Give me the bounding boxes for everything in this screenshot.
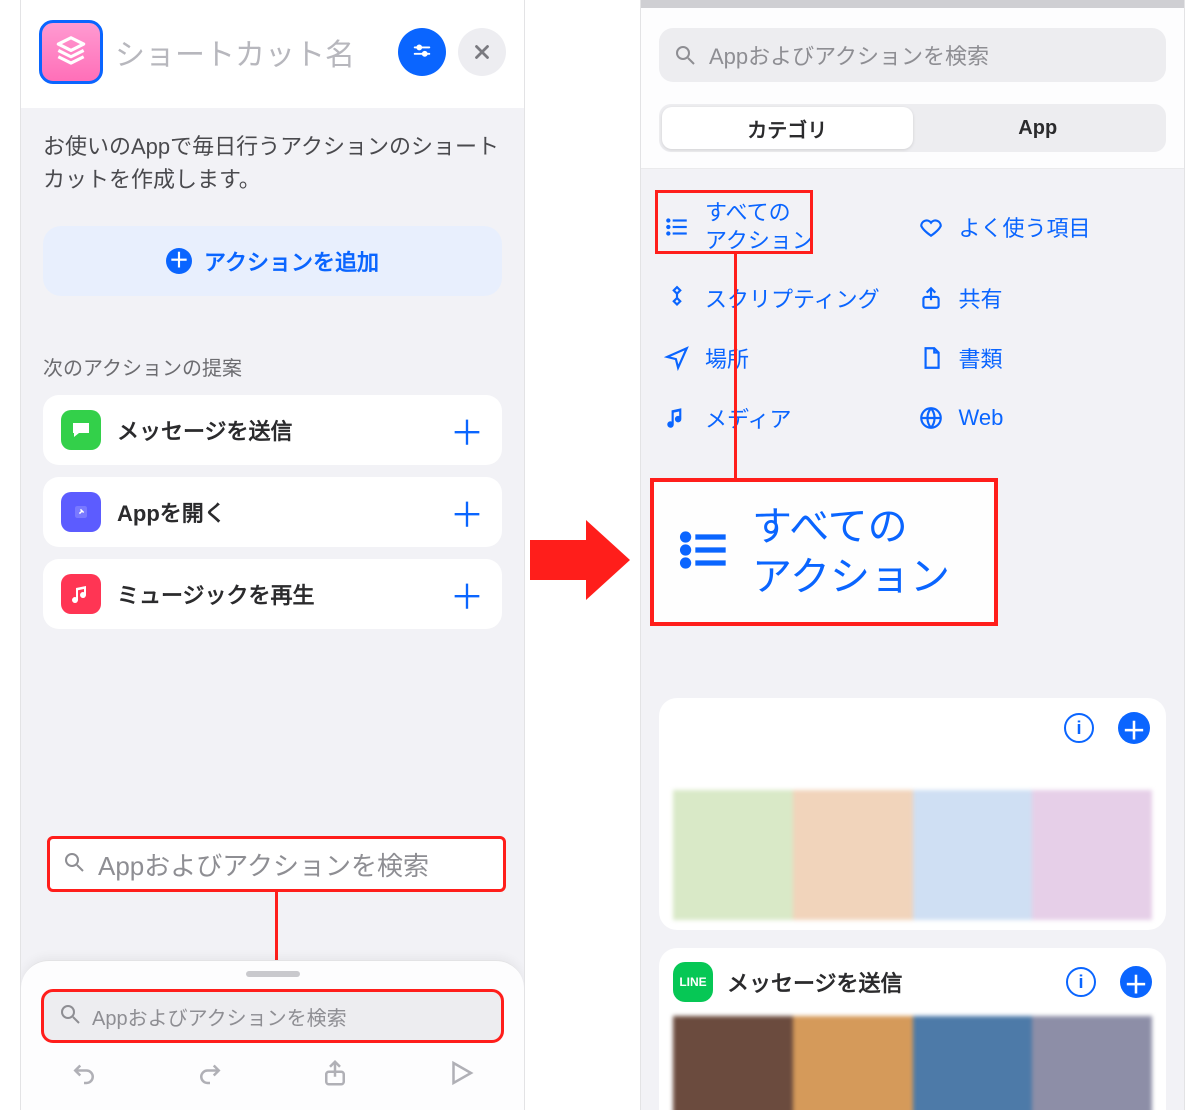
- search-icon: [58, 1002, 82, 1031]
- thumbnails-blurred: [673, 1016, 1152, 1110]
- media-icon: [663, 405, 691, 431]
- category-label: メディア: [705, 402, 791, 434]
- suggestion-item[interactable]: メッセージを送信 ＋: [43, 395, 502, 465]
- shortcut-icon[interactable]: [39, 20, 103, 84]
- segmented-control: カテゴリ App: [659, 104, 1166, 152]
- add-suggestion-button[interactable]: ＋: [450, 406, 484, 455]
- share-button[interactable]: [320, 1058, 350, 1093]
- suggestions-heading: 次のアクションの提案: [43, 352, 502, 381]
- script-icon: [663, 285, 691, 311]
- editor-subtitle: お使いのAppで毎日行うアクションのショートカットを作成します。: [43, 130, 502, 196]
- annotation-zoom-label: すべてのアクション: [752, 502, 950, 602]
- search-placeholder: Appおよびアクションを検索: [709, 39, 989, 71]
- action-label: メッセージを送信: [727, 966, 1052, 998]
- annotation-line: [734, 254, 737, 478]
- line-app-icon: LINE: [673, 962, 713, 1002]
- share-icon: [917, 285, 945, 311]
- category-label: 共有: [959, 282, 1003, 314]
- info-button[interactable]: i: [1064, 713, 1094, 743]
- category-location[interactable]: 場所: [659, 328, 913, 388]
- plus-icon: ＋: [166, 248, 192, 274]
- category-label: 場所: [705, 342, 749, 374]
- search-placeholder-large: Appおよびアクションを検索: [98, 846, 429, 883]
- settings-button[interactable]: [398, 28, 446, 76]
- add-action-label: アクションを追加: [204, 245, 379, 277]
- category-label: スクリプティング: [705, 282, 880, 314]
- category-web[interactable]: Web: [913, 388, 1167, 448]
- close-button[interactable]: [458, 28, 506, 76]
- suggestion-label: メッセージを送信: [117, 414, 434, 446]
- suggestion-label: ミュージックを再生: [117, 578, 434, 610]
- actions-list: i ＋ LINE メッセージを送信 i ＋: [641, 698, 1184, 1110]
- document-icon: [917, 345, 945, 371]
- add-suggestion-button[interactable]: ＋: [450, 488, 484, 537]
- location-icon: [663, 345, 691, 371]
- suggestion-item[interactable]: ミュージックを再生 ＋: [43, 559, 502, 629]
- open-app-icon: [61, 492, 101, 532]
- action-card[interactable]: LINE メッセージを送信 i ＋: [659, 948, 1166, 1110]
- bottom-dock: Appおよびアクションを検索: [21, 960, 524, 1110]
- run-button[interactable]: [446, 1058, 476, 1093]
- suggestions-list: メッセージを送信 ＋ Appを開く ＋ ミュージックを再生 ＋: [43, 395, 502, 629]
- suggestion-item[interactable]: Appを開く ＋: [43, 477, 502, 547]
- editor-screen: ショートカット名 お使いのAppで毎日行うアクションのショートカットを作成します…: [20, 0, 525, 1110]
- add-action-button[interactable]: ＋: [1118, 712, 1150, 744]
- music-icon: [61, 574, 101, 614]
- category-label: よく使う項目: [959, 211, 1091, 243]
- heart-icon: [917, 214, 945, 240]
- category-label: 書類: [959, 342, 1003, 374]
- search-input[interactable]: Appおよびアクションを検索: [659, 28, 1166, 82]
- editor-header: ショートカット名: [21, 0, 524, 108]
- drag-handle[interactable]: [246, 971, 300, 977]
- add-suggestion-button[interactable]: ＋: [450, 570, 484, 619]
- annotation-highlight: [655, 190, 813, 254]
- tab-categories[interactable]: カテゴリ: [662, 107, 913, 149]
- info-button[interactable]: i: [1066, 967, 1096, 997]
- search-input[interactable]: Appおよびアクションを検索: [41, 989, 504, 1043]
- suggestion-label: Appを開く: [117, 496, 434, 528]
- tab-apps[interactable]: App: [913, 107, 1164, 149]
- category-favorites[interactable]: よく使う項目: [913, 185, 1167, 268]
- web-icon: [917, 405, 945, 431]
- undo-button[interactable]: [69, 1058, 99, 1093]
- search-placeholder: Appおよびアクションを検索: [92, 1002, 347, 1031]
- add-action-button[interactable]: ＋: [1120, 966, 1152, 998]
- thumbnails-blurred: [673, 790, 1152, 920]
- shortcut-title-input[interactable]: ショートカット名: [115, 30, 386, 74]
- arrow-annotation: [530, 520, 630, 600]
- category-scripting[interactable]: スクリプティング: [659, 268, 913, 328]
- list-icon: [678, 524, 730, 581]
- category-label: Web: [959, 405, 1004, 431]
- messages-icon: [61, 410, 101, 450]
- action-card[interactable]: i ＋: [659, 698, 1166, 930]
- category-share[interactable]: 共有: [913, 268, 1167, 328]
- search-callout: Appおよびアクションを検索: [47, 836, 506, 892]
- category-documents[interactable]: 書類: [913, 328, 1167, 388]
- category-media[interactable]: メディア: [659, 388, 913, 448]
- redo-button[interactable]: [195, 1058, 225, 1093]
- search-icon: [62, 850, 86, 879]
- annotation-zoom: すべてのアクション: [650, 478, 998, 626]
- add-action-button[interactable]: ＋ アクションを追加: [43, 226, 502, 296]
